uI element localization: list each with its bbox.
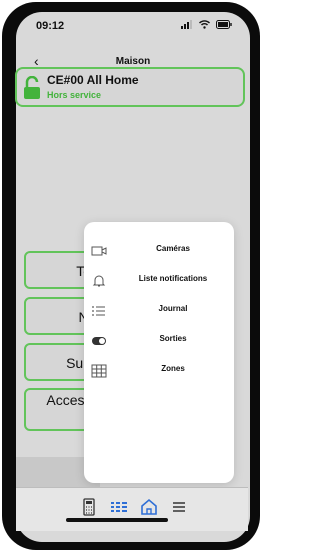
keypad-icon	[83, 498, 95, 516]
status-bar: 09:12	[16, 12, 250, 46]
grid-icon	[91, 364, 107, 378]
wifi-icon	[199, 20, 213, 32]
alarm-status: Hors service	[47, 90, 102, 100]
home-indicator	[66, 518, 168, 522]
status-icons	[178, 20, 232, 32]
menu-label: Sorties	[159, 334, 187, 343]
list-icon	[92, 306, 105, 316]
menu-label: Zones	[161, 364, 185, 373]
home-icon	[141, 498, 157, 515]
alarm-system-card[interactable]: CE#00 All Home Hors service	[15, 67, 245, 107]
tab-menu[interactable]	[168, 497, 190, 517]
menu-item-cameras[interactable]: Caméras	[84, 236, 234, 266]
bell-icon	[92, 275, 106, 287]
menu-item-journal[interactable]: Journal	[84, 296, 234, 326]
alarm-name: CE#00 All Home	[47, 73, 139, 87]
tab-keypad[interactable]	[78, 497, 100, 517]
status-time: 09:12	[36, 20, 65, 32]
unlock-icon	[24, 76, 40, 99]
menu-icon	[173, 502, 185, 512]
tab-bar	[16, 487, 248, 531]
menu-item-zones[interactable]: Zones	[84, 356, 234, 386]
menu-item-outputs[interactable]: Sorties	[84, 326, 234, 356]
menu-label: Journal	[158, 304, 188, 313]
more-menu-popup: Caméras Liste notifications Journal Sort…	[84, 222, 234, 483]
toggle-icon	[92, 337, 106, 345]
page-title: Maison	[115, 56, 151, 67]
menu-label: Caméras	[156, 244, 190, 253]
menu-label: Liste notifications	[138, 274, 208, 283]
signal-icon	[181, 20, 196, 32]
tab-home[interactable]	[138, 497, 160, 517]
device-list-icon	[111, 502, 127, 512]
battery-icon	[216, 20, 232, 32]
tab-devices[interactable]	[108, 497, 130, 517]
camera-icon	[91, 246, 107, 256]
menu-item-notifications[interactable]: Liste notifications	[84, 266, 234, 296]
